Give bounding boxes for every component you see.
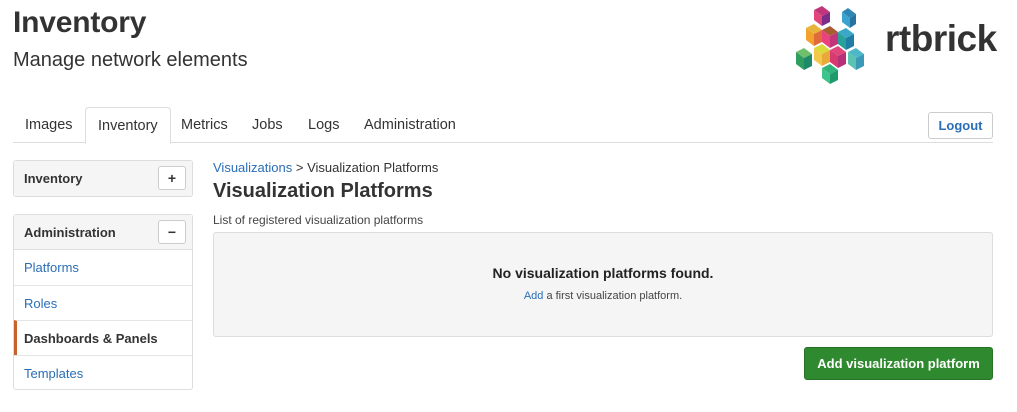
rtbrick-logo-icon	[796, 6, 864, 84]
empty-state-title: No visualization platforms found.	[492, 265, 714, 281]
breadcrumb-current: Visualization Platforms	[307, 160, 439, 175]
page-subtitle: Manage network elements	[13, 49, 248, 71]
empty-state-message: Add a first visualization platform.	[214, 290, 992, 302]
content-description: List of registered visualization platfor…	[213, 213, 424, 227]
sidebar-item-platforms[interactable]: Platforms	[14, 250, 192, 285]
empty-state-rest: a first visualization platform.	[546, 290, 683, 302]
tab-logs[interactable]: Logs	[296, 107, 351, 143]
content-title: Visualization Platforms	[213, 180, 433, 202]
tab-administration[interactable]: Administration	[352, 107, 468, 143]
logo-text: rtbrick	[885, 18, 997, 59]
tab-inventory[interactable]: Inventory	[85, 107, 171, 144]
breadcrumb-separator: >	[295, 160, 304, 175]
tab-images[interactable]: Images	[13, 107, 85, 143]
breadcrumb-link-visualizations[interactable]: Visualizations	[213, 160, 292, 175]
main-tabs: Images Inventory Metrics Jobs Logs Admin…	[13, 107, 993, 144]
add-visualization-platform-button[interactable]: Add visualization platform	[804, 347, 993, 380]
panel-title: Inventory	[24, 171, 83, 186]
add-link[interactable]: Add	[524, 290, 544, 302]
tab-metrics[interactable]: Metrics	[169, 107, 240, 143]
panel-title: Administration	[24, 225, 116, 240]
empty-state: No visualization platforms found. Add a …	[213, 232, 993, 337]
sidebar-item-dashboards-panels[interactable]: Dashboards & Panels	[14, 320, 192, 355]
collapse-button[interactable]: −	[158, 220, 186, 244]
panel-header[interactable]: Administration −	[14, 215, 192, 250]
expand-button[interactable]: +	[158, 166, 186, 190]
sidebar-item-roles[interactable]: Roles	[14, 285, 192, 320]
sidebar-panel-administration: Administration − Platforms Roles Dashboa…	[13, 214, 193, 390]
logout-button[interactable]: Logout	[928, 112, 993, 139]
sidebar-item-templates[interactable]: Templates	[14, 355, 192, 390]
tab-jobs[interactable]: Jobs	[240, 107, 295, 143]
page-title: Inventory	[13, 6, 147, 39]
breadcrumb: Visualizations > Visualization Platforms	[213, 160, 438, 175]
panel-header[interactable]: Inventory +	[14, 161, 192, 196]
sidebar-panel-inventory: Inventory +	[13, 160, 193, 197]
